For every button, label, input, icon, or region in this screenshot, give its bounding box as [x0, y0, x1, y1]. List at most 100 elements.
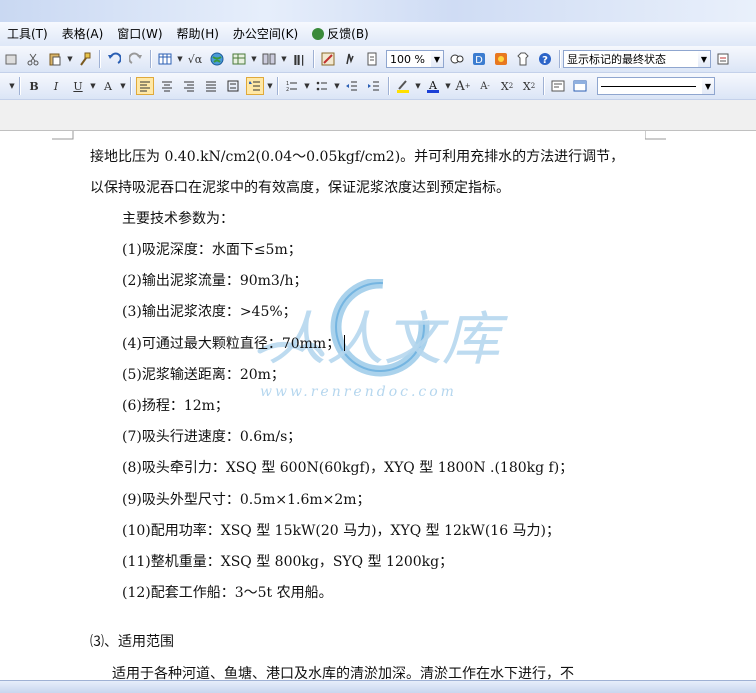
- undo-icon[interactable]: [105, 50, 123, 68]
- numbering-icon[interactable]: 12: [283, 77, 301, 95]
- assistant-icon[interactable]: [492, 50, 510, 68]
- document-line: (11)整机重量：XSQ 型 800kg，SYQ 型 1200kg；: [122, 554, 454, 570]
- columns-icon[interactable]: [260, 50, 278, 68]
- justify-icon[interactable]: [202, 77, 220, 95]
- menu-bar: 工具(T) 表格(A) 窗口(W) 帮助(H) 办公空间(K) 反馈(B): [0, 22, 756, 46]
- table-style-icon[interactable]: [571, 77, 589, 95]
- paste-icon[interactable]: [46, 50, 64, 68]
- line-style-dropdown-icon[interactable]: ▼: [702, 78, 714, 94]
- markup-state-select[interactable]: 显示标记的最终状态 ▼: [563, 50, 711, 68]
- help-icon[interactable]: ?: [536, 50, 554, 68]
- decrease-indent-icon[interactable]: [343, 77, 361, 95]
- drawing-toolbar: [0, 680, 756, 693]
- menu-feedback[interactable]: 反馈(B): [305, 23, 376, 45]
- superscript-icon[interactable]: X2: [498, 77, 516, 95]
- text-cursor: [344, 335, 346, 351]
- markup-state-value: 显示标记的最终状态: [567, 53, 666, 66]
- spreadsheet-dropdown-icon[interactable]: ▼: [250, 55, 258, 63]
- watermark-url: www.renrendoc.com: [260, 384, 457, 400]
- numbering-dropdown-icon[interactable]: ▼: [303, 82, 311, 90]
- highlight-dropdown-icon[interactable]: ▼: [414, 82, 422, 90]
- line-spacing-dropdown-icon[interactable]: ▼: [266, 82, 274, 90]
- highlight-icon[interactable]: [394, 77, 412, 95]
- distribute-icon[interactable]: [224, 77, 242, 95]
- svg-text:?: ?: [542, 55, 548, 66]
- show-paragraph-icon[interactable]: ǁ|: [290, 50, 308, 68]
- print-preview-icon[interactable]: [2, 50, 20, 68]
- formula-icon[interactable]: √α: [186, 50, 204, 68]
- menu-table[interactable]: 表格(A): [55, 23, 111, 45]
- feedback-icon: [312, 28, 325, 40]
- section-heading: ⑶、适用范围: [90, 634, 174, 650]
- document-line: (8)吸头牵引力：XSQ 型 600N(60kgf)，XYQ 型 1800N .…: [122, 460, 574, 476]
- grow-font-icon[interactable]: A +: [454, 77, 472, 95]
- show-markup-icon[interactable]: [714, 50, 732, 68]
- toolbar-separator: [388, 77, 389, 95]
- toolbar-separator: [277, 77, 278, 95]
- markup-state-dropdown-icon[interactable]: ▼: [698, 51, 710, 67]
- align-center-icon[interactable]: [158, 77, 176, 95]
- globe-icon[interactable]: [208, 50, 226, 68]
- document-line: (2)输出泥浆流量：90m3/h；: [122, 273, 308, 289]
- menu-feedback-label: 反馈(B): [327, 27, 369, 41]
- line-style-select[interactable]: ▼: [597, 77, 715, 95]
- menu-tools[interactable]: 工具(T): [0, 23, 55, 45]
- toolbar-separator: [19, 77, 20, 95]
- align-right-icon[interactable]: [180, 77, 198, 95]
- document-line: (1)吸泥深度：水面下≤5m；: [122, 242, 302, 258]
- toolbar-separator: [559, 50, 560, 68]
- document-line: (12)配套工作船：3～5t 农用船。: [122, 585, 333, 601]
- font-color-dropdown-icon[interactable]: ▼: [444, 82, 452, 90]
- increase-indent-icon[interactable]: [365, 77, 383, 95]
- insert-textbox-icon[interactable]: [549, 77, 567, 95]
- document-map-icon[interactable]: [341, 50, 359, 68]
- line-spacing-icon[interactable]: [246, 77, 264, 95]
- document-line: 接地比压为 0.40.kN/cm2(0.04～0.05kgf/cm2)。并可利用…: [90, 149, 625, 165]
- shrink-font-icon[interactable]: A-: [476, 77, 494, 95]
- document-line: (9)吸头外型尺寸：0.5m×1.6m×2m；: [122, 492, 371, 508]
- note-icon[interactable]: D: [470, 50, 488, 68]
- document-page[interactable]: 人人文库 www.renrendoc.com 接地比压为 0.40.kN/cm2…: [0, 131, 756, 682]
- document-line: (7)吸头行进速度：0.6m/s；: [122, 429, 302, 445]
- menu-help[interactable]: 帮助(H): [170, 23, 226, 45]
- cut-icon[interactable]: [24, 50, 42, 68]
- line-style-preview: [601, 85, 696, 87]
- format-painter-icon[interactable]: [76, 50, 94, 68]
- toolbar-separator: [150, 50, 151, 68]
- font-color-icon[interactable]: A: [424, 77, 442, 95]
- spreadsheet-icon[interactable]: [230, 50, 248, 68]
- style-dropdown-icon[interactable]: ▼: [8, 82, 16, 90]
- bullets-icon[interactable]: [313, 77, 331, 95]
- italic-icon[interactable]: I: [47, 77, 65, 95]
- paste-dropdown-icon[interactable]: ▼: [66, 55, 74, 63]
- read-mode-icon[interactable]: [448, 50, 466, 68]
- text-effect-icon[interactable]: A: [99, 77, 117, 95]
- subscript-icon[interactable]: X2: [520, 77, 538, 95]
- bullets-dropdown-icon[interactable]: ▼: [333, 82, 341, 90]
- menu-office-space[interactable]: 办公空间(K): [226, 23, 305, 45]
- document-line: (5)泥浆输送距离：20m；: [122, 367, 285, 383]
- underline-dropdown-icon[interactable]: ▼: [89, 82, 97, 90]
- text-effect-dropdown-icon[interactable]: ▼: [119, 82, 127, 90]
- svg-text:2: 2: [286, 87, 289, 92]
- shirt-icon[interactable]: [514, 50, 532, 68]
- underline-icon[interactable]: U: [69, 77, 87, 95]
- columns-dropdown-icon[interactable]: ▼: [280, 55, 288, 63]
- bold-icon[interactable]: B: [25, 77, 43, 95]
- title-bar: [0, 0, 756, 22]
- toolbar-separator: [99, 50, 100, 68]
- document-line: 以保持吸泥吞口在泥浆中的有效高度，保证泥浆浓度达到预定指标。: [90, 180, 510, 196]
- zoom-select[interactable]: 100 % ▼: [386, 50, 444, 68]
- formatting-toolbar: ▼ B I U ▼ A ▼ ▼ 12 ▼ ▼ ▼ A ▼ A + A- X2 X2…: [0, 73, 756, 100]
- zoom-dropdown-icon[interactable]: ▼: [431, 51, 443, 67]
- menu-window[interactable]: 窗口(W): [110, 23, 169, 45]
- document-line-with-cursor: (4)可通过最大颗粒直径：70mm；: [122, 333, 346, 353]
- insert-table-icon[interactable]: [156, 50, 174, 68]
- page-corner-mark-left: [52, 131, 74, 140]
- redo-icon[interactable]: [127, 50, 145, 68]
- table-dropdown-icon[interactable]: ▼: [176, 55, 184, 63]
- drawing-icon[interactable]: [319, 50, 337, 68]
- page-view-icon[interactable]: [363, 50, 381, 68]
- document-line: (3)输出泥浆浓度：>45%；: [122, 304, 297, 320]
- align-left-icon[interactable]: [136, 77, 154, 95]
